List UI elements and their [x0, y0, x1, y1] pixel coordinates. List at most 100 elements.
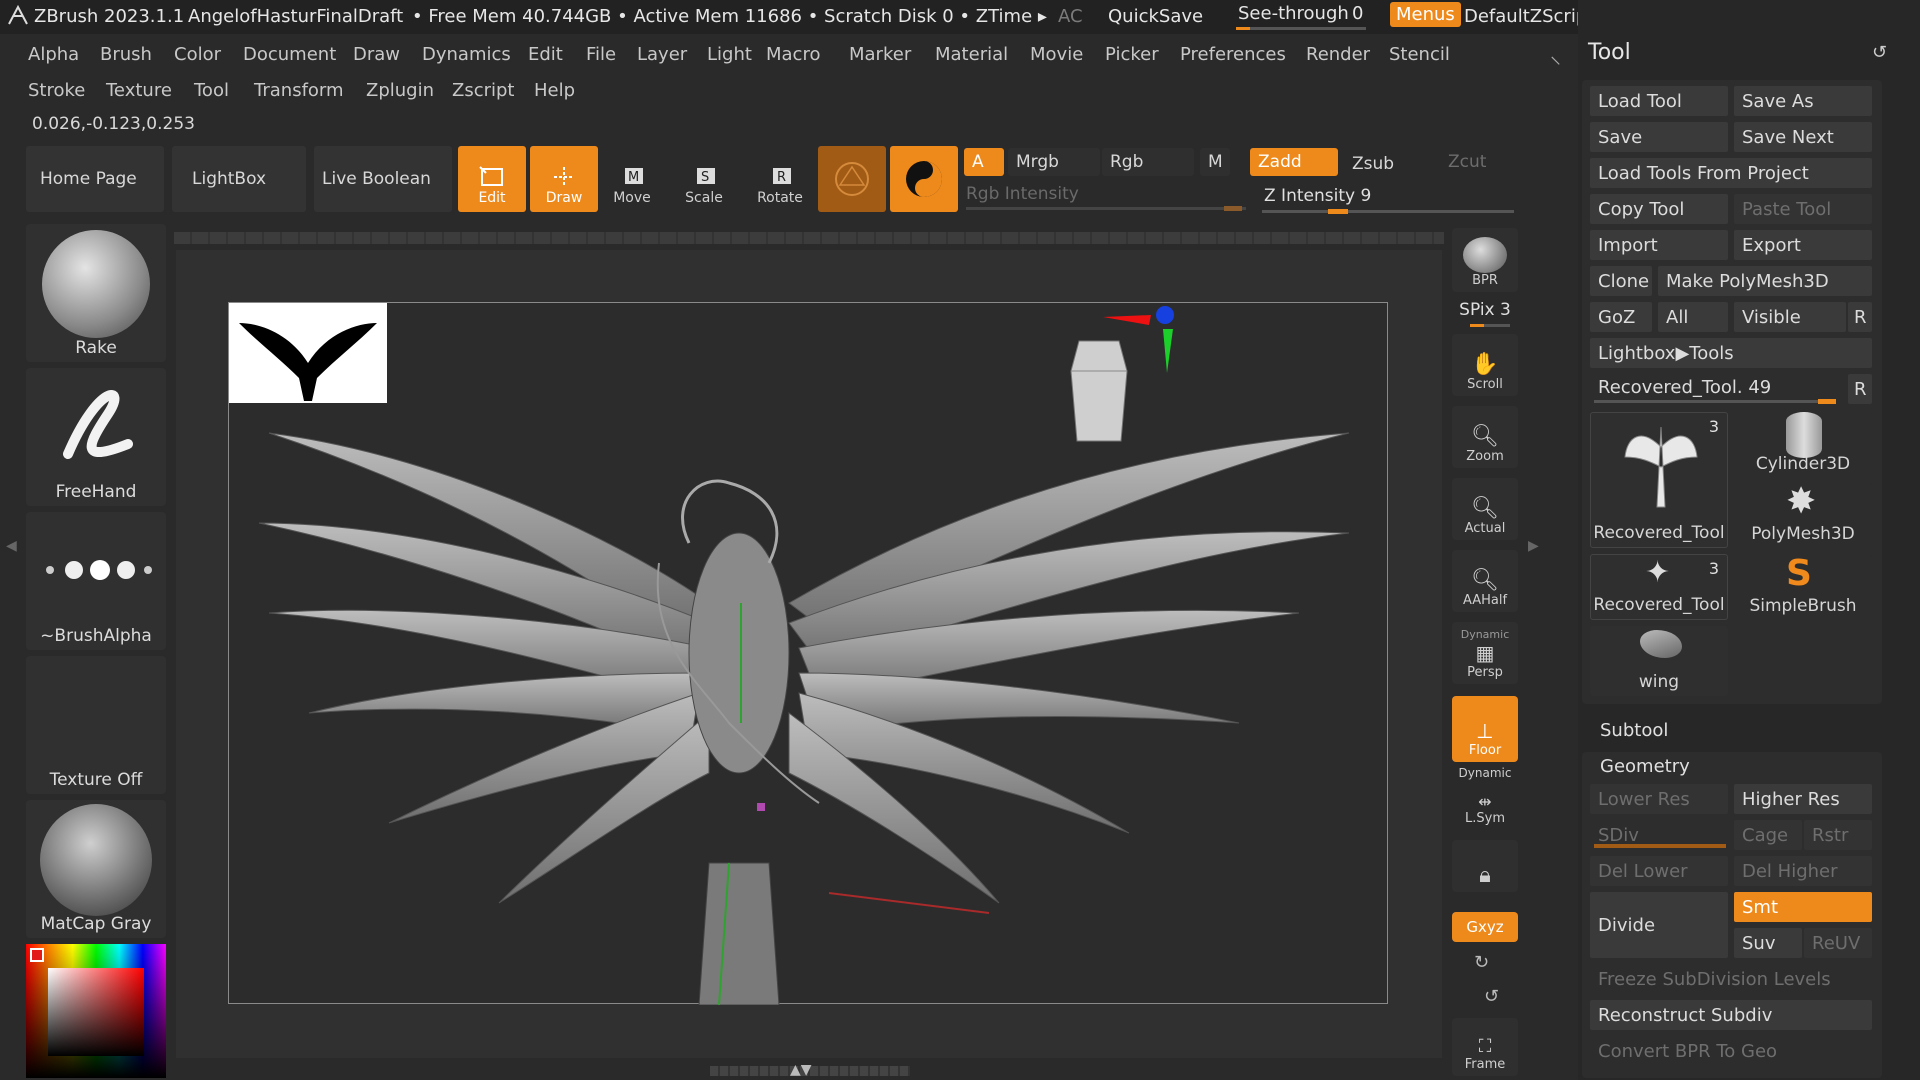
- tool-thumb-simplebrush[interactable]: S SimpleBrush: [1734, 554, 1872, 620]
- lsym-button[interactable]: ⇹ L.Sym: [1452, 780, 1518, 830]
- menu-brush[interactable]: Brush: [100, 44, 152, 65]
- rgb-toggle[interactable]: Rgb: [1102, 148, 1194, 176]
- save-as-button[interactable]: Save As: [1734, 86, 1872, 116]
- floor-button[interactable]: ⊥ Floor: [1452, 696, 1518, 762]
- main-color-swatch[interactable]: [30, 948, 44, 962]
- angel-wings-model[interactable]: [229, 303, 1389, 1005]
- import-button[interactable]: Import: [1590, 230, 1728, 260]
- reuv-toggle[interactable]: ReUV: [1804, 928, 1872, 958]
- lock-camera-button[interactable]: 🔒︎: [1452, 840, 1518, 892]
- make-polymesh-button[interactable]: Make PolyMesh3D: [1658, 266, 1872, 296]
- spix-slider[interactable]: [1470, 324, 1510, 327]
- menu-layer[interactable]: Layer: [637, 44, 687, 65]
- menu-picker[interactable]: Picker: [1105, 44, 1159, 65]
- convert-bpr-button[interactable]: Convert BPR To Geo: [1590, 1036, 1872, 1066]
- rgb-intensity-slider[interactable]: [966, 206, 1246, 211]
- bpr-button[interactable]: BPR: [1452, 228, 1518, 292]
- m-toggle[interactable]: M: [1200, 148, 1230, 176]
- lightbox-button[interactable]: LightBox: [172, 146, 306, 212]
- document-frame[interactable]: [228, 302, 1389, 1005]
- draw-mode-button[interactable]: Draw: [530, 146, 598, 212]
- aahalf-button[interactable]: 🔍︎ AAHalf: [1452, 550, 1518, 612]
- save-button[interactable]: Save: [1590, 122, 1728, 152]
- current-tool-slider-track[interactable]: [1594, 399, 1836, 404]
- texture-slot[interactable]: Texture Off: [26, 656, 166, 794]
- tool-panel-title[interactable]: Tool: [1588, 40, 1631, 65]
- tool-thumb-wing[interactable]: wing: [1590, 626, 1728, 696]
- menu-stroke[interactable]: Stroke: [28, 80, 85, 101]
- seethrough-slider[interactable]: [1236, 27, 1366, 30]
- menu-tool[interactable]: Tool: [194, 80, 229, 101]
- rotate-y-icon[interactable]: ↻: [1474, 952, 1489, 973]
- rotate-z-icon[interactable]: ↺: [1484, 986, 1499, 1007]
- current-tool-slider[interactable]: Recovered_Tool. 49: [1590, 372, 1842, 402]
- sdiv-slider-track[interactable]: [1594, 844, 1726, 848]
- menu-alpha[interactable]: Alpha: [28, 44, 79, 65]
- lightbox-tools-button[interactable]: Lightbox▶Tools: [1590, 338, 1872, 368]
- goz-button[interactable]: GoZ: [1590, 302, 1652, 332]
- tool-thumb-recovered-2[interactable]: ✦ 3 Recovered_Tool: [1590, 554, 1728, 620]
- del-lower-button[interactable]: Del Lower: [1590, 856, 1728, 886]
- reconstruct-subdiv-button[interactable]: Reconstruct Subdiv: [1590, 1000, 1872, 1030]
- zadd-toggle[interactable]: Zadd: [1250, 148, 1338, 176]
- clone-button[interactable]: Clone: [1590, 266, 1652, 296]
- axis-gizmo-icon[interactable]: [1097, 303, 1181, 375]
- menu-zplugin[interactable]: Zplugin: [366, 80, 434, 101]
- scroll-button[interactable]: ✋ Scroll: [1452, 334, 1518, 396]
- canvas-area[interactable]: [176, 250, 1442, 1058]
- menus-toggle[interactable]: Menus: [1390, 2, 1461, 27]
- left-tray-collapse-icon[interactable]: ◀: [6, 538, 18, 564]
- expand-bottom-icon[interactable]: ▲▼: [790, 1062, 812, 1078]
- del-higher-button[interactable]: Del Higher: [1734, 856, 1872, 886]
- menu-preferences[interactable]: Preferences: [1180, 44, 1286, 65]
- right-tray-collapse-icon[interactable]: ▶: [1528, 538, 1539, 554]
- menu-zscript[interactable]: Zscript: [452, 80, 515, 101]
- menu-help[interactable]: Help: [534, 80, 575, 101]
- current-tool-r-button[interactable]: R: [1848, 374, 1872, 404]
- mrgb-toggle[interactable]: Mrgb: [1008, 148, 1100, 176]
- edit-mode-button[interactable]: Edit: [458, 146, 526, 212]
- smt-toggle[interactable]: Smt: [1734, 892, 1872, 922]
- copy-tool-button[interactable]: Copy Tool: [1590, 194, 1728, 224]
- freeze-subdivision-button[interactable]: Freeze SubDivision Levels: [1590, 964, 1872, 994]
- lower-res-button[interactable]: Lower Res: [1590, 784, 1728, 814]
- cage-button[interactable]: Cage: [1734, 820, 1802, 850]
- default-zscript[interactable]: DefaultZScript: [1464, 6, 1594, 27]
- paste-tool-button[interactable]: Paste Tool: [1734, 194, 1872, 224]
- subtool-header[interactable]: Subtool: [1600, 720, 1668, 741]
- tool-thumb-recovered-1[interactable]: 3 Recovered_Tool: [1590, 412, 1728, 548]
- live-boolean-button[interactable]: Live Boolean: [314, 146, 452, 212]
- menu-render[interactable]: Render: [1306, 44, 1370, 65]
- rstr-button[interactable]: Rstr: [1804, 820, 1872, 850]
- menu-dynamics[interactable]: Dynamics: [422, 44, 511, 65]
- tool-thumb-polymesh3d[interactable]: ✸ PolyMesh3D: [1734, 482, 1872, 548]
- brush-slot[interactable]: Rake: [26, 224, 166, 362]
- menu-draw[interactable]: Draw: [353, 44, 400, 65]
- menu-macro[interactable]: Macro: [766, 44, 820, 65]
- panel-refresh-icon[interactable]: ↺: [1872, 42, 1887, 63]
- menu-edit[interactable]: Edit: [528, 44, 563, 65]
- menu-document[interactable]: Document: [243, 44, 336, 65]
- persp-button[interactable]: Dynamic ▦ Persp: [1452, 622, 1518, 684]
- suv-toggle[interactable]: Suv: [1734, 928, 1802, 958]
- goz-r-button[interactable]: R: [1848, 302, 1872, 332]
- load-tools-from-project-button[interactable]: Load Tools From Project: [1590, 158, 1872, 188]
- quicksave-button[interactable]: QuickSave: [1108, 6, 1203, 27]
- menu-stencil[interactable]: Stencil: [1389, 44, 1450, 65]
- export-button[interactable]: Export: [1734, 230, 1872, 260]
- color-picker[interactable]: [26, 944, 166, 1078]
- zoom-button[interactable]: 🔍︎ Zoom: [1452, 406, 1518, 468]
- zsub-toggle[interactable]: Zsub: [1344, 150, 1434, 178]
- save-next-button[interactable]: Save Next: [1734, 122, 1872, 152]
- menu-movie[interactable]: Movie: [1030, 44, 1083, 65]
- load-tool-button[interactable]: Load Tool: [1590, 86, 1728, 116]
- move-mode-button[interactable]: M Move: [598, 146, 666, 212]
- scale-mode-button[interactable]: S Scale: [670, 146, 738, 212]
- stroke-slot[interactable]: FreeHand: [26, 368, 166, 506]
- menu-color[interactable]: Color: [174, 44, 221, 65]
- xyz-rotate-button[interactable]: Gxyz: [1452, 912, 1518, 942]
- material-channel-toggle[interactable]: [818, 146, 886, 212]
- material-slot[interactable]: MatCap Gray: [26, 800, 166, 938]
- goz-all-button[interactable]: All: [1658, 302, 1728, 332]
- menu-marker[interactable]: Marker: [849, 44, 911, 65]
